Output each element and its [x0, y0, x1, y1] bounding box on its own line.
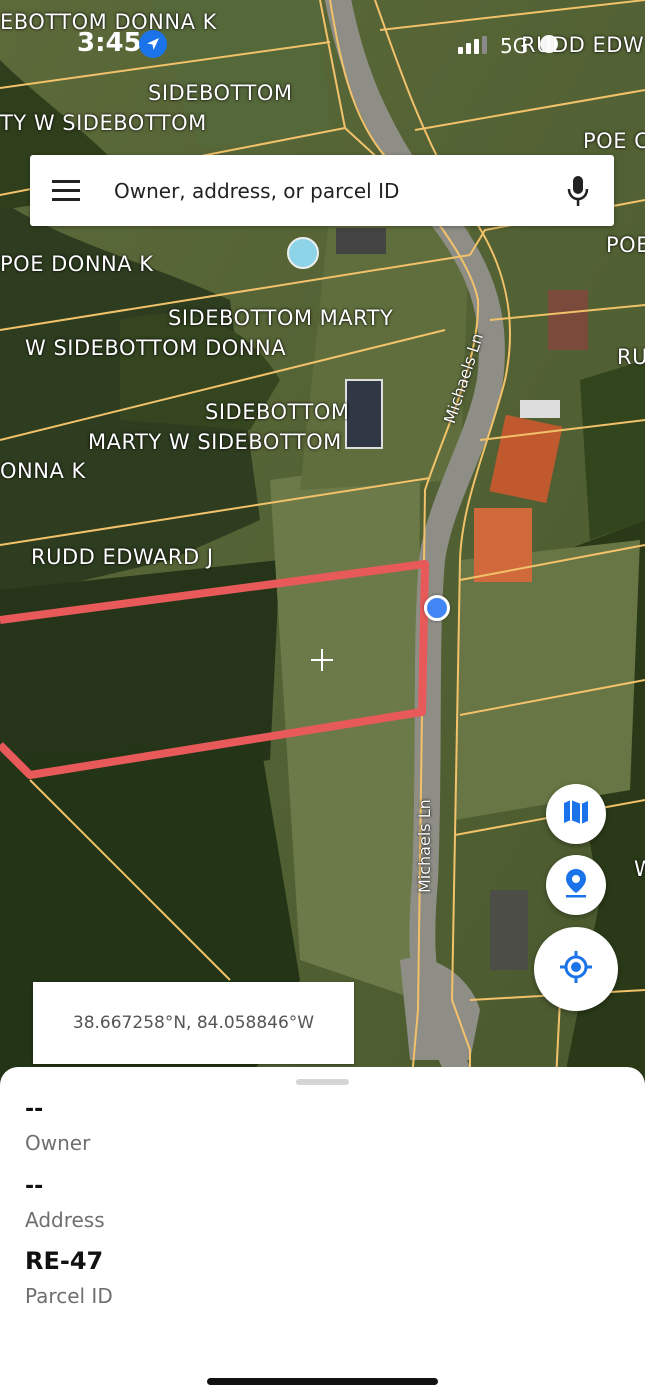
- owner-label: Owner: [25, 1131, 91, 1155]
- crosshair-icon: [311, 649, 333, 671]
- drop-pin-button[interactable]: [546, 855, 606, 915]
- location-arrow-icon: [139, 30, 167, 58]
- address-value: --: [25, 1174, 44, 1199]
- parcel-id-value: RE-47: [25, 1247, 104, 1275]
- coordinates-display[interactable]: 38.667258°N, 84.058846°W: [33, 982, 354, 1064]
- owner-value: --: [25, 1097, 44, 1122]
- address-label: Address: [25, 1208, 105, 1232]
- map-pin-icon: [562, 867, 590, 904]
- parcel-label: POE C: [583, 129, 645, 153]
- network-type: 5G: [500, 34, 529, 58]
- parcel-label: W SIDEBOTTOM DONNA: [25, 336, 287, 360]
- battery-icon: [540, 35, 558, 53]
- parcel-label: TY W SIDEBOTTOM: [0, 111, 207, 135]
- search-bar[interactable]: [30, 155, 614, 226]
- parcel-label: POE DONNA K: [0, 252, 154, 276]
- search-input[interactable]: [114, 155, 554, 226]
- status-time: 3:45: [77, 28, 142, 58]
- signal-strength-icon: [458, 36, 488, 54]
- my-location-icon: [559, 950, 593, 989]
- home-indicator[interactable]: [207, 1378, 438, 1385]
- parcel-label: SIDEBOTTOM MARTY: [168, 306, 394, 330]
- parcel-label: ONNA K: [0, 459, 86, 483]
- parcel-details-sheet[interactable]: -- Owner -- Address RE-47 Parcel ID: [0, 1067, 645, 1398]
- map-layers-icon: [562, 798, 590, 831]
- hamburger-menu-icon[interactable]: [52, 180, 80, 202]
- parcel-label: RU: [617, 345, 645, 369]
- user-location-dot: [424, 595, 450, 621]
- parcel-label: RUDD EDWARD J: [31, 545, 214, 569]
- parcel-label: MARTY W SIDEBOTTOM: [88, 430, 342, 454]
- parcel-id-label: Parcel ID: [25, 1284, 113, 1308]
- parcel-label: W: [634, 857, 645, 881]
- parcel-label: POE: [606, 233, 645, 257]
- my-location-button[interactable]: [534, 927, 618, 1011]
- parcel-label: SIDEBOTTOM: [205, 400, 350, 424]
- road-label: Michaels Ln: [415, 799, 434, 893]
- microphone-icon[interactable]: [566, 175, 590, 207]
- map-layers-button[interactable]: [546, 784, 606, 844]
- sheet-drag-handle[interactable]: [296, 1079, 349, 1085]
- parcel-label: SIDEBOTTOM: [148, 81, 293, 105]
